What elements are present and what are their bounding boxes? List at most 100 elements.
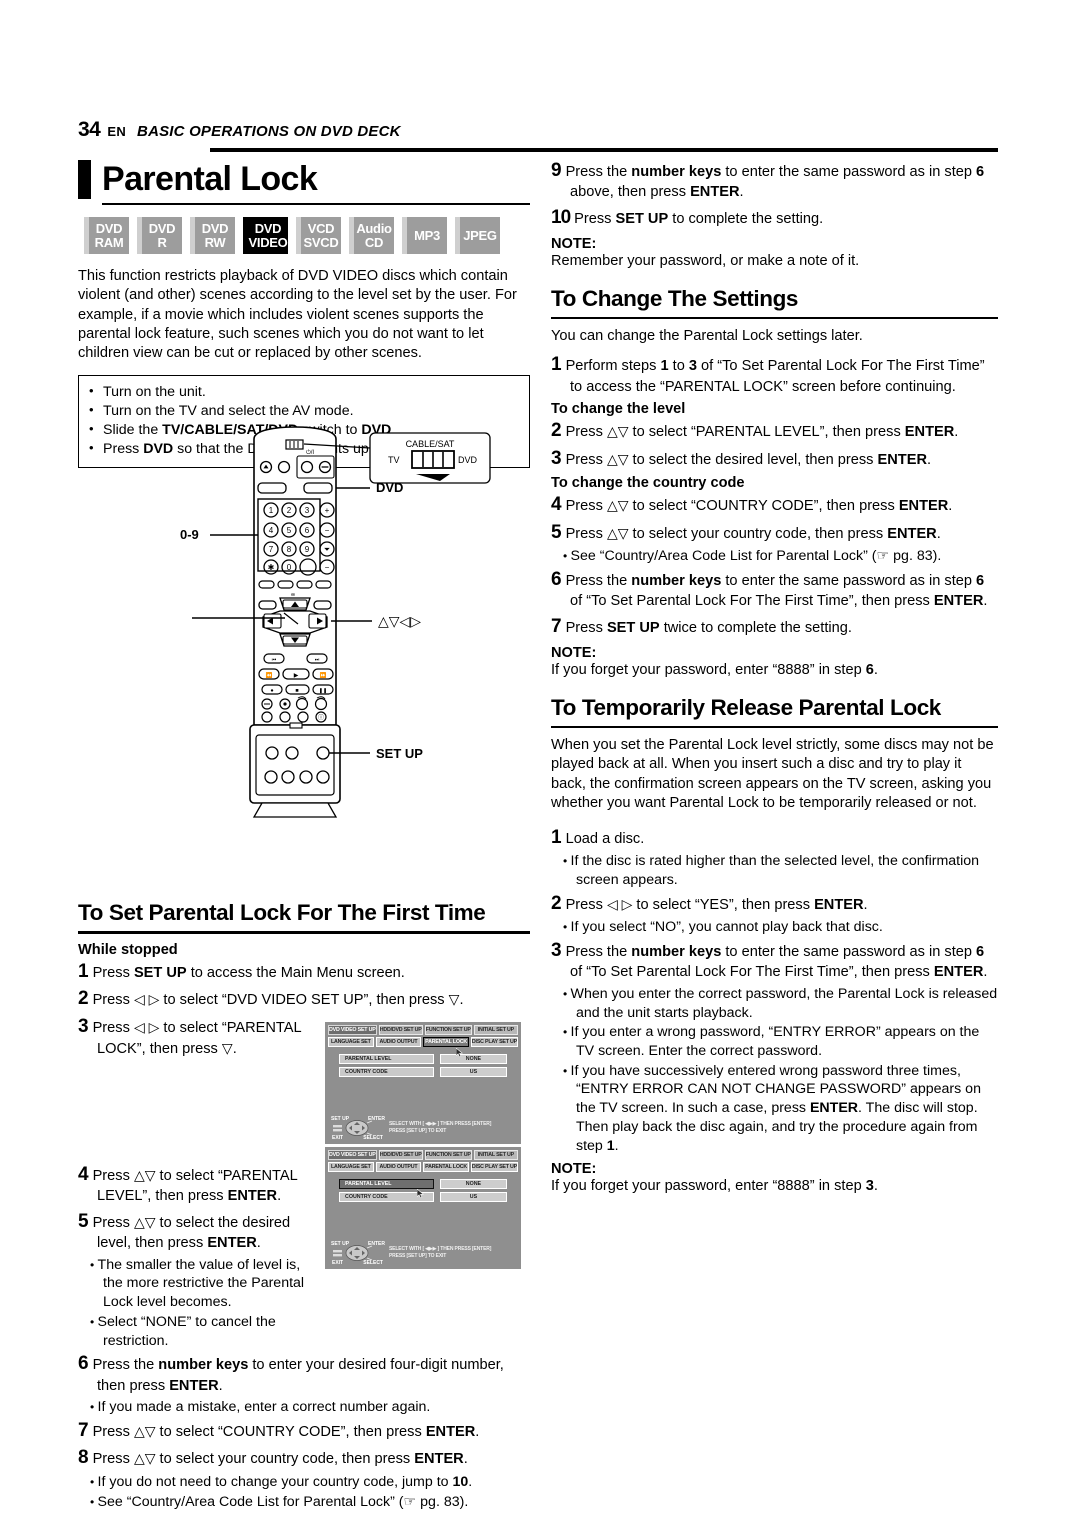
step3-with-osd: 3 Press ◁ ▷ to select “PARENTAL LOCK”, th… (78, 1014, 530, 1351)
step-text: Press the number keys to enter the same … (565, 943, 988, 981)
svg-text:−: − (325, 563, 330, 572)
step-text: Press △▽ to select “PARENTAL LEVEL”, the… (565, 423, 959, 441)
step-text: Press △▽ to select your country code, th… (565, 524, 941, 542)
osd-screen-parental-level-selected: DVD VIDEO SET UP HDD/DVD SET UP FUNCTION… (325, 1146, 521, 1269)
temp-release-rule (551, 725, 998, 729)
step-text: Load a disc. (565, 830, 645, 847)
step-number: 1 (551, 354, 562, 376)
osd-tab-function-set-up[interactable]: FUNCTION SET UP (424, 1149, 472, 1160)
first-time-heading: To Set Parental Lock For The First Time (78, 900, 486, 926)
osd-tab-disc-play-set-up[interactable]: DISC PLAY SET UP (470, 1161, 518, 1172)
page-header: 34 EN BASIC OPERATIONS ON DVD DECK (78, 118, 998, 158)
osd-row-value: US (439, 1191, 507, 1202)
manual-page: 34 EN BASIC OPERATIONS ON DVD DECK Paren… (0, 0, 1080, 1528)
cs-note-body: If you forget your password, enter “8888… (551, 662, 878, 679)
svg-text:4: 4 (269, 526, 274, 535)
cs-step-7: 7 Press SET UP twice to complete the sett… (551, 614, 998, 639)
osd-legend-line-2: PRESS [SET UP] TO EXIT (389, 1252, 447, 1259)
osd-legend-setup: SET UP (331, 1240, 350, 1247)
osd-tab-parental-lock[interactable]: PARENTAL LOCK (423, 1036, 469, 1047)
osd-dpad-diagram: SET UP ENTER EXIT SELECT (331, 1115, 385, 1141)
osd-row-country-code[interactable]: COUNTRY CODE US (339, 1066, 507, 1077)
osd-tab-parental-lock[interactable]: PARENTAL LOCK (423, 1161, 469, 1172)
osd-screen: DVD VIDEO SET UP HDD/DVD SET UP FUNCTION… (325, 1021, 521, 1144)
change-settings-intro: You can change the Parental Lock setting… (551, 328, 863, 345)
step-number: 2 (551, 892, 562, 914)
tv-cable-sat-dvd-switch-on-body (285, 439, 304, 450)
osd-legend-setup: SET UP (331, 1115, 350, 1122)
change-settings-heading: To Change The Settings (551, 285, 799, 311)
osd-tab-hdd-dvd-set-up[interactable]: HDD/DVD SET UP (378, 1024, 423, 1035)
osd-legend-enter: ENTER (368, 1115, 385, 1122)
cs-note-heading: NOTE: (551, 645, 597, 662)
badge-line-2: VIDEO (248, 234, 288, 250)
osd-tab-row-1: DVD VIDEO SET UP HDD/DVD SET UP FUNCTION… (325, 1147, 521, 1160)
badge-line-1: DVD (148, 220, 176, 236)
badge-line-2: RW (204, 234, 226, 250)
step-7: 7 Press △▽ to select “COUNTRY CODE”, then… (78, 1418, 530, 1443)
svg-text:❚❚: ❚❚ (319, 688, 327, 694)
media-badge-dvd-video: DVD VIDEO (243, 216, 288, 254)
badge-line-2: CD (364, 234, 384, 250)
cs-step-4: 4 Press △▽ to select “COUNTRY CODE”, then… (551, 492, 998, 517)
osd-dpad-diagram: SET UP ENTER EXIT SELECT (331, 1240, 385, 1266)
step-number: 3 (551, 939, 562, 961)
step-text: Press ◁ ▷ to select “YES”, then press EN… (565, 895, 868, 913)
switch-label-dvd: DVD (458, 455, 478, 465)
osd-tab-language-set[interactable]: LANGUAGE SET (328, 1161, 374, 1172)
osd-legend-select: SELECT (363, 1259, 383, 1266)
osd-screen-parental-lock-tab: DVD VIDEO SET UP HDD/DVD SET UP FUNCTION… (325, 1021, 521, 1144)
header-rule (210, 148, 998, 152)
media-badge-dvd-ram: DVD RAM (84, 216, 129, 254)
change-settings-section: To Change The Settings (551, 285, 998, 320)
osd-legend: SET UP ENTER EXIT SELECT SELECT WITH [ ◀… (325, 1115, 521, 1141)
first-time-rule (78, 931, 530, 934)
osd-tab-audio-output[interactable]: AUDIO OUTPUT (375, 1161, 422, 1172)
remote-label-dvd: DVD (376, 480, 403, 495)
osd-screen: DVD VIDEO SET UP HDD/DVD SET UP FUNCTION… (325, 1146, 521, 1269)
osd-tab-disc-play-set-up[interactable]: DISC PLAY SET UP (470, 1036, 518, 1047)
step-text: Press ◁ ▷ to select “DVD VIDEO SET UP”, … (92, 991, 464, 1009)
osd-tab-audio-output[interactable]: AUDIO OUTPUT (375, 1036, 422, 1047)
badge-line-1: DVD (254, 220, 282, 236)
remote-label-0-9: 0-9 (180, 527, 199, 542)
osd-cursor-icon (417, 1188, 424, 1198)
tr-note-body: If you forget your password, enter “8888… (551, 1178, 878, 1195)
svg-text:⏷: ⏷ (323, 545, 330, 554)
osd-row-label: COUNTRY CODE (339, 1066, 434, 1077)
osd-row-parental-level[interactable]: PARENTAL LEVEL NONE (339, 1053, 507, 1064)
switch-label-tv: TV (388, 455, 400, 465)
right-column: 9 Press the number keys to enter the same… (551, 158, 998, 1208)
tr-note-heading: NOTE: (551, 1161, 597, 1178)
osd-tab-initial-set-up[interactable]: INITIAL SET UP (473, 1024, 519, 1035)
step-number: 9 (551, 160, 562, 181)
step-text: Press △▽ to select “PARENTAL LEVEL”, the… (92, 1166, 298, 1205)
switch-label-cable-sat: CABLE/SAT (406, 439, 455, 449)
media-badge-mp3: MP3 (402, 216, 447, 254)
svg-text:5: 5 (287, 526, 292, 535)
osd-tab-row-2: LANGUAGE SET AUDIO OUTPUT PARENTAL LOCK … (325, 1035, 521, 1047)
osd-tab-language-set[interactable]: LANGUAGE SET (328, 1036, 374, 1047)
media-badge-dvd-r: DVD R (137, 216, 182, 254)
step-3: 3 Press ◁ ▷ to select “PARENTAL LOCK”, th… (78, 1014, 318, 1060)
language-code: EN (107, 124, 127, 139)
osd-row-parental-level[interactable]: PARENTAL LEVEL NONE (339, 1178, 507, 1189)
running-title: BASIC OPERATIONS ON DVD DECK (137, 123, 401, 140)
cs-sub-country: To change the country code (551, 475, 745, 492)
step-2: 2 Press ◁ ▷ to select “DVD VIDEO SET UP”,… (78, 986, 530, 1011)
osd-tab-hdd-dvd-set-up[interactable]: HDD/DVD SET UP (378, 1149, 423, 1160)
osd-tab-function-set-up[interactable]: FUNCTION SET UP (424, 1024, 472, 1035)
osd-tab-dvd-video-set-up[interactable]: DVD VIDEO SET UP (328, 1024, 377, 1035)
svg-text:■: ■ (295, 688, 298, 694)
cs-step5-bullet: See “Country/Area Code List for Parental… (551, 547, 998, 566)
cs-step-6: 6 Press the number keys to enter the same… (551, 567, 998, 612)
step-text: Press △▽ to select “COUNTRY CODE”, then … (565, 497, 953, 515)
preparation-item: Turn on the unit. (88, 382, 520, 402)
temp-release-heading: To Temporarily Release Parental Lock (551, 694, 941, 720)
step-text: Press the number keys to enter the same … (565, 164, 985, 201)
step8-bullet-2: See “Country/Area Code List for Parental… (78, 1493, 530, 1512)
osd-tab-dvd-video-set-up[interactable]: DVD VIDEO SET UP (328, 1149, 377, 1160)
step-number: 6 (78, 1353, 89, 1375)
osd-tab-initial-set-up[interactable]: INITIAL SET UP (473, 1149, 519, 1160)
step-number: 10 (551, 207, 571, 228)
